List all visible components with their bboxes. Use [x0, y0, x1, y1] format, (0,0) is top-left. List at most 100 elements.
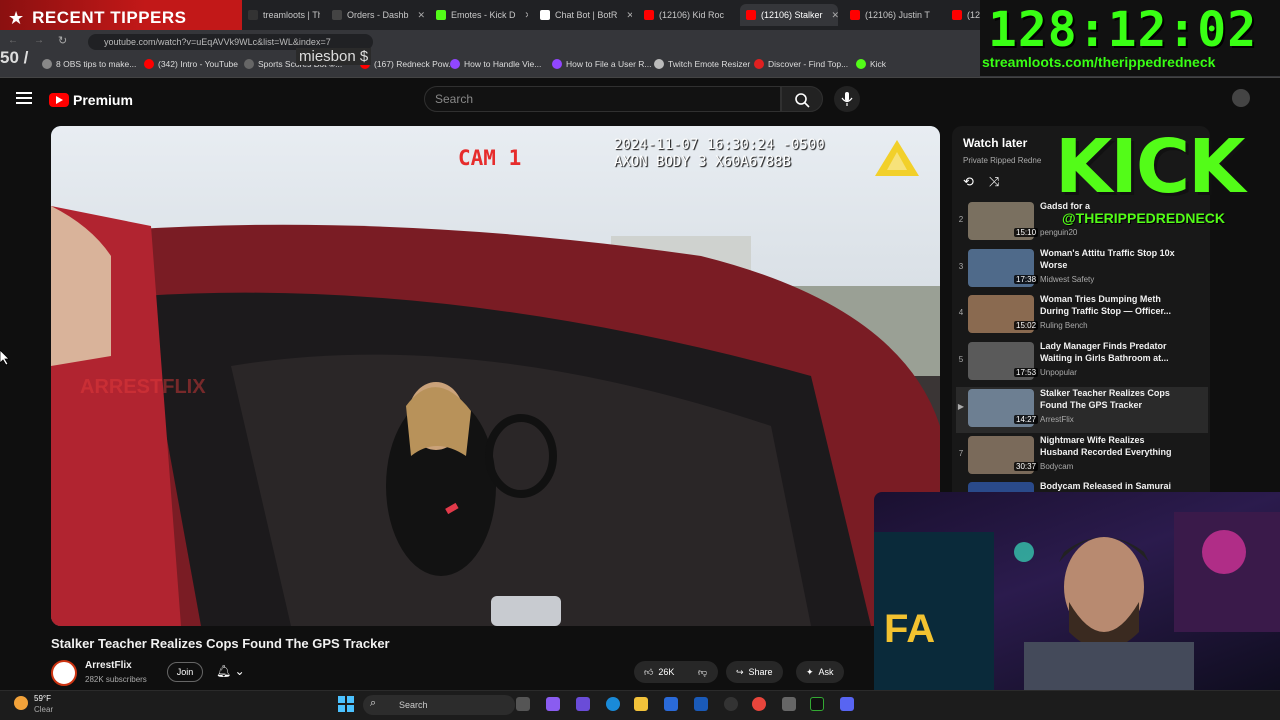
bookmark-item[interactable]: How to Handle Vie...	[450, 59, 541, 69]
ask-button[interactable]: ✦ Ask	[796, 661, 844, 683]
notification-bell-icon[interactable]: 🔔︎ ⌄	[216, 664, 245, 678]
arrestflix-watermark: ARRESTFLIX	[80, 376, 206, 398]
ask-label: Ask	[818, 667, 834, 677]
thumbs-down-icon: 👎︎	[698, 667, 708, 677]
playlist-title[interactable]: Watch later	[963, 136, 1027, 150]
loop-icon[interactable]: ⟲	[963, 174, 974, 190]
hamburger-menu-icon[interactable]	[16, 92, 32, 106]
tab-close-icon[interactable]: ✕	[939, 10, 940, 21]
settings-icon[interactable]	[782, 697, 796, 711]
playlist-item-title[interactable]: Stalker Teacher Realizes Cops Found The …	[1040, 387, 1180, 411]
share-button[interactable]: ↪ Share	[726, 661, 783, 683]
playlist-item-index: ▶	[957, 401, 965, 411]
browser-tab[interactable]: (12106) Kid Roc ✕	[638, 4, 734, 26]
playlist-item-channel: Midwest Safety	[1040, 274, 1095, 284]
playlist-item-title[interactable]: Bodycam Released in Samurai	[1040, 480, 1180, 492]
bookmark-favicon-icon	[654, 59, 664, 69]
back-icon[interactable]: ←	[8, 35, 18, 46]
tab-close-icon[interactable]: ✕	[832, 10, 838, 21]
tab-favicon-icon	[540, 10, 550, 20]
chrome-icon[interactable]	[752, 697, 766, 711]
playlist-subtitle: Private Ripped Redne	[963, 156, 1042, 165]
playlist-item[interactable]: 5 17:53 Lady Manager Finds Predator Waitin…	[956, 340, 1208, 386]
edge-icon[interactable]	[606, 697, 620, 711]
youtube-logo[interactable]: Premium	[49, 92, 133, 108]
tab-close-icon[interactable]: ✕	[418, 10, 424, 21]
playlist-item-index: 2	[958, 215, 964, 224]
dislike-button[interactable]: 👎︎	[692, 661, 718, 683]
bookmark-label: Kick	[870, 59, 887, 69]
cam-label: CAM 1	[458, 146, 522, 170]
playlist-item-title[interactable]: Woman Tries Dumping Meth During Traffic …	[1040, 293, 1180, 317]
subathon-timer: 128:12:02 streamloots.com/therippedredne…	[980, 0, 1280, 76]
outlook-icon[interactable]	[694, 697, 708, 711]
bookmark-item[interactable]: (342) Intro - YouTube	[144, 59, 238, 69]
bookmark-item[interactable]: Discover - Find Top...	[754, 59, 848, 69]
channel-name[interactable]: ArrestFlix	[85, 660, 132, 671]
kick-logo: KICK	[1055, 124, 1246, 210]
bookmark-item[interactable]: Twitch Emote Resizer	[654, 59, 750, 69]
playlist-item-channel: Bodycam	[1040, 461, 1074, 471]
search-input[interactable]: Search	[424, 86, 781, 112]
obs-icon[interactable]	[724, 697, 738, 711]
mouse-cursor-icon	[0, 349, 10, 371]
bodycam-stamp: 2024-11-07 16:30:24 -0500 AXON BODY 3 X6…	[614, 137, 825, 171]
tab-favicon-icon	[850, 10, 860, 20]
timer-url: streamloots.com/therippedredneck	[982, 54, 1216, 70]
ticker-name: miesbon $	[296, 48, 372, 65]
playlist-item[interactable]: ▶ 14:27 Stalker Teacher Realizes Cops Foun…	[956, 386, 1208, 433]
ticker-amount: 50 /	[0, 48, 29, 67]
browser-tab[interactable]: (12106) Stalker ✕	[740, 4, 838, 26]
windows-start-icon[interactable]	[338, 696, 354, 712]
join-button[interactable]: Join	[167, 662, 203, 682]
playlist-item[interactable]: 4 15:02 Woman Tries Dumping Meth During Tr…	[956, 293, 1208, 339]
recent-tippers-title: RECENT TIPPERS	[32, 8, 187, 27]
taskbar-search[interactable]: Search	[363, 695, 515, 715]
teams-icon[interactable]	[576, 697, 590, 711]
bookmark-item[interactable]: Kick	[856, 59, 886, 69]
tab-close-icon[interactable]: ✕	[733, 10, 734, 21]
playlist-item-title[interactable]: Lady Manager Finds Predator Waiting in G…	[1040, 340, 1180, 364]
task-view-icon[interactable]	[516, 697, 530, 711]
youtube-play-icon	[49, 93, 69, 107]
like-button[interactable]: 👍︎ 26K	[634, 661, 692, 683]
shuffle-icon[interactable]: ⤨	[989, 174, 999, 190]
bookmark-label: Discover - Find Top...	[768, 59, 849, 69]
tab-close-icon[interactable]: ✕	[525, 10, 528, 21]
reload-icon[interactable]: ↻	[58, 34, 67, 47]
search-button[interactable]	[781, 86, 823, 112]
file-explorer-icon[interactable]	[634, 697, 648, 711]
bookmark-item[interactable]: How to File a User R...	[552, 59, 652, 69]
browser-tab[interactable]: Chat Bot | BotR ✕	[534, 4, 632, 26]
thumbs-up-icon: 👍︎	[644, 667, 654, 677]
playlist-item[interactable]: 3 17:38 Woman's Attitu Traffic Stop 10x Wo…	[956, 247, 1208, 293]
axon-logo-icon	[873, 138, 921, 183]
playlist-item-duration: 30:37	[1014, 461, 1039, 471]
playlist-item-title[interactable]: Woman's Attitu Traffic Stop 10x Worse	[1040, 247, 1180, 271]
tab-label: (12106) Justin T	[865, 10, 930, 20]
bookmark-item[interactable]: (167) Redneck Pow...	[360, 59, 455, 69]
playlist-item-title[interactable]: Nightmare Wife Realizes Husband Recorded…	[1040, 434, 1180, 458]
weather-temp[interactable]: 59°F	[34, 694, 51, 703]
forward-icon[interactable]: →	[34, 35, 44, 46]
bookmark-label: (167) Redneck Pow...	[374, 59, 456, 69]
browser-tab[interactable]: Emotes - Kick D ✕	[430, 4, 528, 26]
terminal-icon[interactable]	[810, 697, 824, 711]
bookmark-favicon-icon	[754, 59, 764, 69]
browser-tab[interactable]: Orders - Dashb ✕	[326, 4, 424, 26]
playlist-item[interactable]: 7 30:37 Nightmare Wife Realizes Husband Re…	[956, 434, 1208, 480]
copilot-icon[interactable]	[546, 697, 560, 711]
search-icon	[795, 93, 810, 108]
store-icon[interactable]	[664, 697, 678, 711]
bookmark-favicon-icon	[244, 59, 254, 69]
discord-icon[interactable]	[840, 697, 854, 711]
channel-avatar[interactable]	[51, 660, 77, 686]
bookmark-item[interactable]: 8 OBS tips to make...	[42, 59, 136, 69]
tab-close-icon[interactable]: ✕	[626, 10, 632, 21]
weather-icon[interactable]	[14, 696, 28, 710]
browser-tab[interactable]: (12106) Justin T ✕	[844, 4, 940, 26]
browser-tab[interactable]: treamloots | Th✕	[242, 4, 320, 26]
voice-search-button[interactable]	[834, 86, 860, 112]
playlist-item-duration: 14:27	[1014, 414, 1039, 424]
account-avatar[interactable]	[1232, 89, 1250, 107]
